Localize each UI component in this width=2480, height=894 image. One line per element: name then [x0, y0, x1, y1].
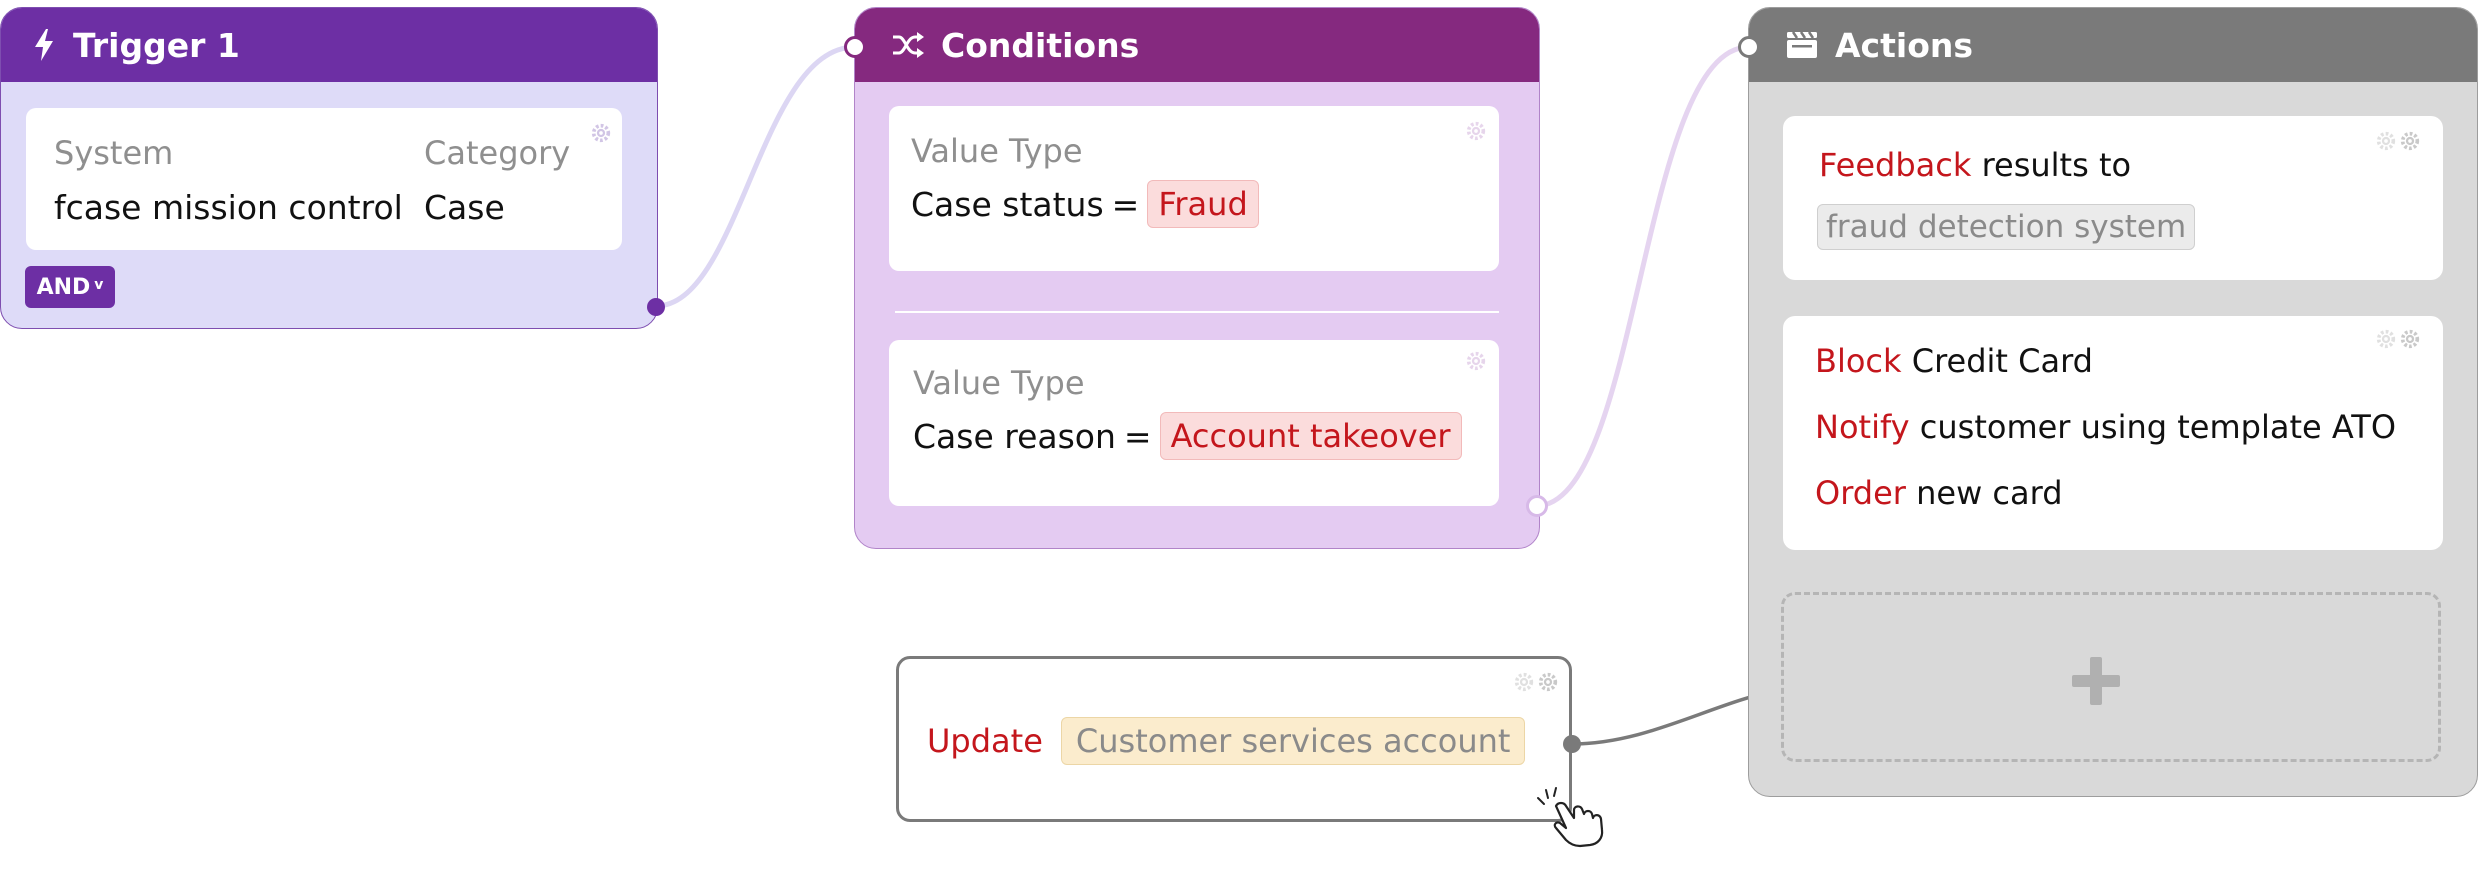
action-line: Notify customer using template ATO	[1815, 408, 2396, 446]
action-verb: Order	[1815, 474, 1906, 512]
feedback-target-chip[interactable]: fraud detection system	[1817, 204, 2196, 250]
condition-expression: Case reason = Account takeover	[913, 412, 1462, 460]
system-value: fcase mission control	[54, 188, 403, 227]
trigger-output-port[interactable]	[647, 298, 665, 316]
update-output-port[interactable]	[1563, 735, 1581, 753]
action-line: Order new card	[1815, 474, 2063, 512]
condition-operator: =	[1123, 416, 1152, 456]
condition-box[interactable]: Value Type Case status = Fraud	[889, 106, 1499, 271]
action-text: customer using template ATO	[1919, 408, 2396, 446]
condition-label: Value Type	[911, 132, 1083, 170]
category-value: Case	[424, 188, 505, 227]
action-text: results to	[1981, 146, 2132, 184]
action-verb: Update	[927, 722, 1043, 760]
feedback-action-line: Feedback results to	[1819, 146, 2131, 184]
gear-icon[interactable]	[2399, 130, 2421, 152]
action-verb: Notify	[1815, 408, 1910, 446]
feedback-target: fraud detection system	[1817, 204, 2196, 250]
card-actions-box[interactable]: Block Credit Card Notify customer using …	[1783, 316, 2443, 550]
shuffle-icon	[891, 28, 925, 62]
gear-icon[interactable]	[590, 122, 612, 144]
trigger-card[interactable]: Trigger 1 System fcase mission control C…	[0, 7, 658, 329]
hand-cursor-icon	[1537, 787, 1604, 848]
update-action-line: Update Customer services account	[927, 717, 1526, 765]
gear-icon[interactable]	[1513, 671, 1535, 693]
action-text: new card	[1916, 474, 2063, 512]
plus-icon[interactable]	[2070, 655, 2122, 707]
action-verb: Block	[1815, 342, 1902, 380]
conditions-output-port[interactable]	[1526, 495, 1548, 517]
trigger-header[interactable]: Trigger 1	[1, 8, 657, 82]
update-action-card[interactable]: Update Customer services account	[896, 656, 1572, 822]
gear-icon[interactable]	[2375, 328, 2397, 350]
trigger-source-box[interactable]: System fcase mission control Category Ca…	[26, 108, 622, 250]
conditions-title: Conditions	[941, 25, 1140, 65]
actions-card[interactable]: Actions Feedback results to fraud detect…	[1748, 7, 2478, 797]
conditions-header[interactable]: Conditions	[855, 8, 1539, 82]
condition-label: Value Type	[913, 364, 1085, 402]
condition-value-chip[interactable]: Account takeover	[1159, 412, 1462, 460]
condition-field: Case reason	[913, 416, 1116, 456]
clapperboard-icon	[1785, 28, 1819, 62]
condition-field: Case status	[911, 184, 1104, 224]
condition-operator: =	[1111, 184, 1140, 224]
system-label: System	[54, 134, 174, 172]
chevron-down-icon: v	[94, 277, 104, 293]
actions-header[interactable]: Actions	[1749, 8, 2477, 82]
conditions-card[interactable]: Conditions Value Type Case status = Frau…	[854, 7, 1540, 549]
feedback-action-box[interactable]: Feedback results to fraud detection syst…	[1783, 116, 2443, 280]
update-target-chip[interactable]: Customer services account	[1060, 717, 1526, 765]
trigger-to-conditions-wire	[655, 44, 856, 309]
actions-input-port[interactable]	[1738, 36, 1760, 58]
gear-icon[interactable]	[1465, 120, 1487, 142]
and-label: AND	[36, 274, 91, 300]
category-label: Category	[424, 134, 571, 172]
lightning-icon	[31, 28, 57, 62]
condition-expression: Case status = Fraud	[911, 180, 1259, 228]
actions-title: Actions	[1835, 25, 1973, 65]
gear-icon[interactable]	[1465, 350, 1487, 372]
add-action-drop-zone[interactable]	[1781, 592, 2441, 762]
action-line: Block Credit Card	[1815, 342, 2093, 380]
condition-box[interactable]: Value Type Case reason = Account takeove…	[889, 340, 1499, 506]
action-text: Credit Card	[1911, 342, 2093, 380]
conditions-input-port[interactable]	[844, 36, 866, 58]
gear-icon[interactable]	[2375, 130, 2397, 152]
conditions-to-actions-wire	[1535, 44, 1750, 509]
gear-icon[interactable]	[1537, 671, 1559, 693]
and-operator-button[interactable]: AND v	[25, 266, 115, 308]
trigger-title: Trigger 1	[73, 25, 240, 65]
condition-divider	[895, 311, 1499, 313]
gear-icon[interactable]	[2399, 328, 2421, 350]
condition-value-chip[interactable]: Fraud	[1147, 180, 1259, 228]
action-verb: Feedback	[1819, 146, 1972, 184]
